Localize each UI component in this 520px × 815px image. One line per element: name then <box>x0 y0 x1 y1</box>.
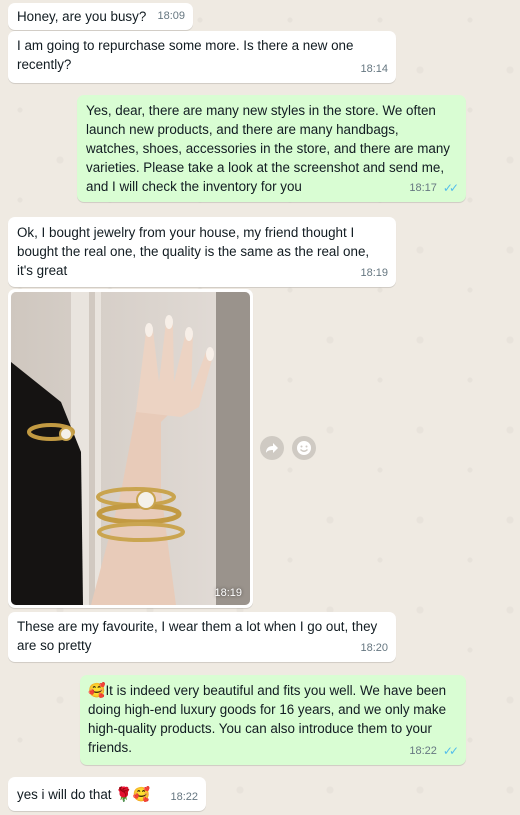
jewelry-photo[interactable]: 18:19 <box>11 292 250 605</box>
incoming-message[interactable]: Ok, I bought jewelry from your house, my… <box>8 217 396 287</box>
double-check-icon: ✓✓ <box>442 744 459 758</box>
smiling-face-with-hearts-emoji: 🥰 <box>88 682 106 698</box>
message-time: 18:22 <box>409 745 437 757</box>
double-check-icon: ✓✓ <box>442 181 459 195</box>
outgoing-message[interactable]: 🥰It is indeed very beautiful and fits yo… <box>80 675 466 765</box>
message-time: 18:20 <box>360 642 388 654</box>
message-time: 18:14 <box>360 63 388 75</box>
message-text: I am going to repurchase some more. Is t… <box>17 38 354 72</box>
message-time: 18:19 <box>214 587 242 599</box>
incoming-message[interactable]: These are my favourite, I wear them a lo… <box>8 612 396 662</box>
message-time: 18:22 <box>170 791 198 803</box>
message-text: It is indeed very beautiful and fits you… <box>88 683 447 755</box>
smiley-icon[interactable] <box>292 436 316 460</box>
message-time: 18:19 <box>360 267 388 279</box>
message-text: These are my favourite, I wear them a lo… <box>17 619 378 653</box>
incoming-message[interactable]: Honey, are you busy? 18:09 <box>8 3 193 30</box>
incoming-image-message[interactable]: 18:19 <box>8 289 253 608</box>
message-time: 18:17 <box>409 182 437 194</box>
message-time: 18:09 <box>157 10 185 22</box>
message-text: Yes, dear, there are many new styles in … <box>86 103 450 194</box>
incoming-message[interactable]: I am going to repurchase some more. Is t… <box>8 31 396 83</box>
rose-heart-face-emoji: 🌹🥰 <box>115 786 151 802</box>
wrist-bracelets-image <box>11 292 250 605</box>
outgoing-message[interactable]: Yes, dear, there are many new styles in … <box>77 95 466 202</box>
message-text: Honey, are you busy? <box>17 9 147 24</box>
message-text: Ok, I bought jewelry from your house, my… <box>17 225 370 278</box>
message-text: yes i will do that <box>17 787 112 802</box>
incoming-message[interactable]: yes i will do that 🌹🥰 18:22 <box>8 777 206 811</box>
forward-icon[interactable] <box>260 436 284 460</box>
